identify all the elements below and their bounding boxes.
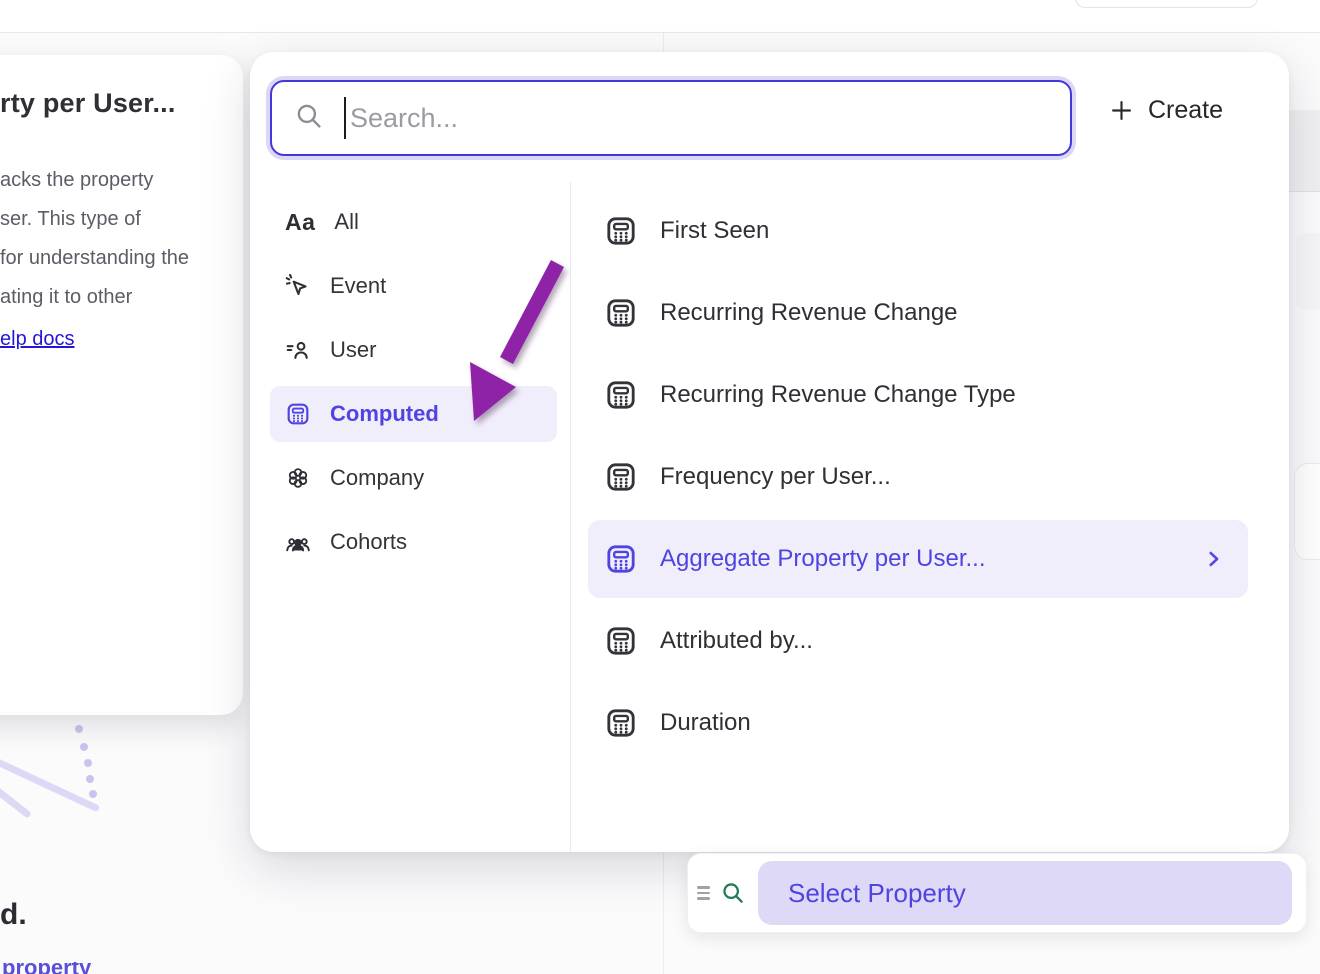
tooltip-line: for understanding the	[0, 239, 243, 278]
background-panel-edge	[1288, 110, 1320, 192]
property-label: Frequency per User...	[660, 463, 891, 491]
property-duration[interactable]: Duration	[588, 684, 1248, 762]
top-cutoff-button[interactable]	[1075, 0, 1258, 8]
tooltip-body: acks the property ser. This type of for …	[0, 161, 243, 359]
cohorts-icon	[285, 529, 311, 555]
calculator-icon	[285, 401, 311, 427]
calculator-icon	[604, 460, 638, 494]
event-cursor-icon	[285, 273, 311, 299]
property-search-icon	[720, 880, 746, 906]
text-format-icon: Aa	[285, 209, 315, 236]
decorative-dot	[86, 775, 94, 783]
property-label: Recurring Revenue Change Type	[660, 381, 1016, 409]
create-button-label: Create	[1148, 96, 1223, 125]
select-property-row: Select Property	[687, 853, 1307, 933]
search-input[interactable]	[350, 103, 1070, 134]
tooltip-line: ser. This type of	[0, 200, 243, 239]
cutoff-link[interactable]: property	[2, 962, 97, 974]
category-label: Company	[330, 465, 424, 491]
decorative-dot	[75, 725, 83, 733]
category-label: Cohorts	[330, 529, 407, 555]
property-attributed-by[interactable]: Attributed by...	[588, 602, 1248, 680]
chevron-right-icon	[1202, 548, 1224, 570]
category-label: All	[334, 209, 358, 235]
category-label: User	[330, 337, 376, 363]
category-computed[interactable]: Computed	[270, 386, 557, 442]
search-icon	[294, 101, 324, 136]
calculator-icon	[604, 542, 638, 576]
property-aggregate-property-per-user[interactable]: Aggregate Property per User...	[588, 520, 1248, 598]
property-recurring-revenue-change[interactable]: Recurring Revenue Change	[588, 274, 1248, 352]
property-label: Duration	[660, 709, 751, 737]
category-event[interactable]: Event	[270, 258, 557, 314]
property-label: Recurring Revenue Change	[660, 299, 958, 327]
decorative-dot	[84, 759, 92, 767]
background-card-edge-2	[1294, 463, 1320, 560]
user-icon	[285, 337, 311, 363]
plus-icon	[1108, 97, 1135, 124]
column-divider	[570, 182, 571, 852]
cutoff-heading: d.	[0, 898, 27, 932]
calculator-icon	[604, 378, 638, 412]
tooltip-line: ating it to other	[0, 278, 243, 317]
create-button[interactable]: Create	[1108, 96, 1223, 125]
category-company[interactable]: Company	[270, 450, 557, 506]
calculator-icon	[604, 296, 638, 330]
property-recurring-revenue-change-type[interactable]: Recurring Revenue Change Type	[588, 356, 1248, 434]
category-list: Aa All Event	[270, 194, 557, 570]
search-box[interactable]	[270, 80, 1072, 156]
calculator-icon	[604, 624, 638, 658]
property-label: Attributed by...	[660, 627, 813, 655]
category-label: Event	[330, 273, 386, 299]
category-all[interactable]: Aa All	[270, 194, 557, 250]
decorative-dot	[89, 790, 97, 798]
tooltip-line: acks the property	[0, 161, 243, 200]
background-card-edge	[1296, 233, 1320, 309]
property-help-tooltip: rty per User... acks the property ser. T…	[0, 55, 243, 715]
property-label: First Seen	[660, 217, 769, 245]
property-first-seen[interactable]: First Seen	[588, 192, 1248, 270]
property-frequency-per-user[interactable]: Frequency per User...	[588, 438, 1248, 516]
category-user[interactable]: User	[270, 322, 557, 378]
company-icon	[285, 465, 311, 491]
category-cohorts[interactable]: Cohorts	[270, 514, 557, 570]
calculator-icon	[604, 214, 638, 248]
category-label: Computed	[330, 401, 439, 427]
calculator-icon	[604, 706, 638, 740]
search-focus-ring	[266, 76, 1076, 160]
help-docs-link[interactable]: elp docs	[0, 320, 75, 359]
tooltip-title: rty per User...	[0, 88, 243, 119]
text-caret	[344, 97, 346, 139]
property-label: Aggregate Property per User...	[660, 545, 986, 573]
decorative-line-2	[0, 784, 32, 819]
decorative-dot	[80, 743, 88, 751]
property-list: First Seen Recurring Revenue Change	[588, 192, 1248, 762]
property-picker-modal: Create Aa All Event	[250, 52, 1289, 852]
drag-handle-icon[interactable]	[695, 882, 712, 904]
select-property-button[interactable]: Select Property	[758, 861, 1292, 925]
select-property-label: Select Property	[758, 878, 966, 909]
